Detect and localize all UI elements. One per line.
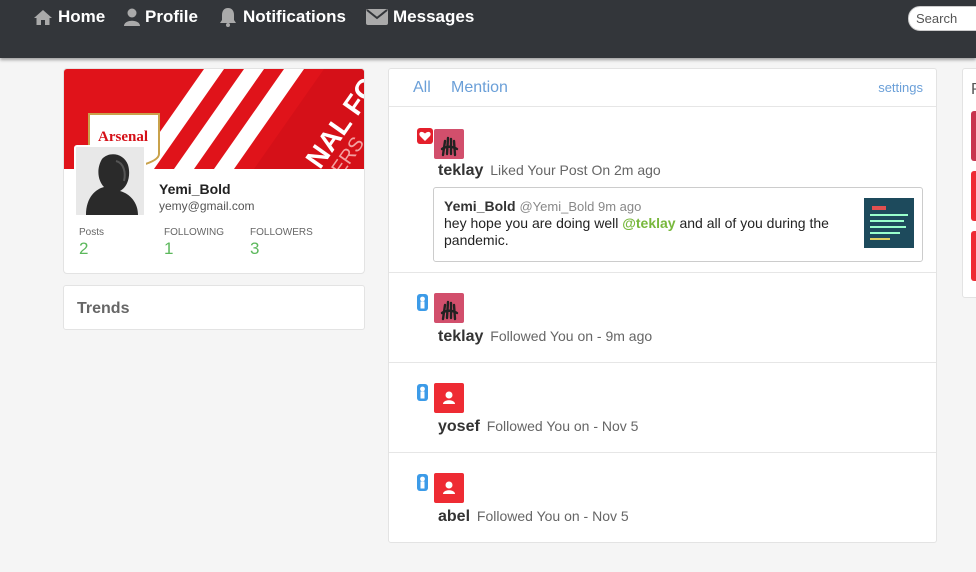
notification-text: abel Followed You on - Nov 5 [438,508,629,526]
right-card-item[interactable] [971,171,976,221]
tab-mention[interactable]: Mention [451,79,508,97]
mention-link[interactable]: @teklay [622,215,675,231]
notification-avatar[interactable] [434,129,464,159]
follow-icon [417,294,428,311]
stat-following-label: FOLLOWING [164,227,225,238]
top-navbar: Home Profile Notifications Messages Sear… [0,0,976,58]
stat-followers-label: FOLLOWERS [250,227,313,238]
quoted-post-header: Yemi_Bold @Yemi_Bold 9m ago [444,198,641,214]
search-input[interactable]: Search [908,6,976,31]
user-icon [124,8,140,26]
nav-profile-label: Profile [145,7,198,26]
nav-profile[interactable]: Profile [124,6,198,28]
trends-title: Trends [77,300,130,317]
stat-followers[interactable]: FOLLOWERS 3 [250,227,313,259]
notification-user[interactable]: teklay [438,328,483,345]
settings-link[interactable]: settings [878,80,923,95]
profile-email: yemy@gmail.com [159,199,255,213]
home-icon [34,9,52,25]
stat-posts-value: 2 [79,239,89,258]
profile-username[interactable]: Yemi_Bold [159,181,231,197]
nav-notifications[interactable]: Notifications [218,6,346,28]
envelope-icon [366,9,388,25]
notification-message: Followed You on - Nov 5 [476,508,629,524]
stat-posts-label: Posts [79,227,105,238]
cover-arsenal-text: Arsenal [98,129,148,145]
stat-posts[interactable]: Posts 2 [79,227,104,259]
stat-followers-value: 3 [250,239,260,258]
nav-notifications-label: Notifications [243,7,346,26]
nav-home-label: Home [58,7,106,26]
quoted-post-text-start: hey hope you are doing well [444,215,623,231]
quoted-post-text: hey hope you are doing well @teklay and … [444,215,849,249]
profile-card: Arsenal NAL FC ERS Yemi_Bold yemy@gmail.… [63,68,365,274]
quoted-post-author[interactable]: Yemi_Bold [444,198,516,214]
trends-card: Trends [63,285,365,330]
notifications-panel: All Mention settings teklay Liked Your P… [388,68,937,543]
stat-following[interactable]: FOLLOWING 1 [164,227,224,259]
stat-following-value: 1 [164,239,174,258]
heart-icon [417,128,433,144]
post-image-thumbnail[interactable] [864,198,914,248]
default-avatar-icon[interactable] [434,383,464,413]
notification-avatar[interactable] [434,293,464,323]
notification-message: Followed You on - 9m ago [490,328,653,344]
quoted-post-meta: @Yemi_Bold 9m ago [519,199,642,214]
notification-item[interactable]: yosef Followed You on - Nov 5 [389,363,936,453]
right-card-item[interactable] [971,111,976,161]
default-avatar-icon[interactable] [434,473,464,503]
nav-home[interactable]: Home [33,6,105,28]
follow-icon [417,384,428,401]
nav-messages-label: Messages [393,7,475,26]
right-card-item[interactable] [971,231,976,281]
notification-text: yosef Followed You on - Nov 5 [438,418,638,436]
tab-all[interactable]: All [413,79,431,97]
notification-message: Liked Your Post On 2m ago [490,162,661,178]
notification-text: teklay Followed You on - 9m ago [438,328,652,346]
avatar-photo [76,147,144,215]
notification-item[interactable]: teklay Liked Your Post On 2m ago Yemi_Bo… [389,107,936,273]
right-card-title: P [971,81,976,99]
follow-icon [417,474,428,491]
right-sidebar-card: P [962,68,976,298]
notification-message: Followed You on - Nov 5 [486,418,639,434]
notification-tabs: All Mention settings [389,69,936,107]
notification-item[interactable]: teklay Followed You on - 9m ago [389,273,936,363]
notification-user[interactable]: yosef [438,418,480,435]
notification-item[interactable]: abel Followed You on - Nov 5 [389,453,936,543]
notification-user[interactable]: teklay [438,162,483,179]
avatar[interactable] [74,145,146,217]
notification-user[interactable]: abel [438,508,470,525]
quoted-post[interactable]: Yemi_Bold @Yemi_Bold 9m ago hey hope you… [433,187,923,262]
nav-messages[interactable]: Messages [366,6,474,28]
notification-text: teklay Liked Your Post On 2m ago [438,162,661,180]
bell-icon [220,8,236,27]
